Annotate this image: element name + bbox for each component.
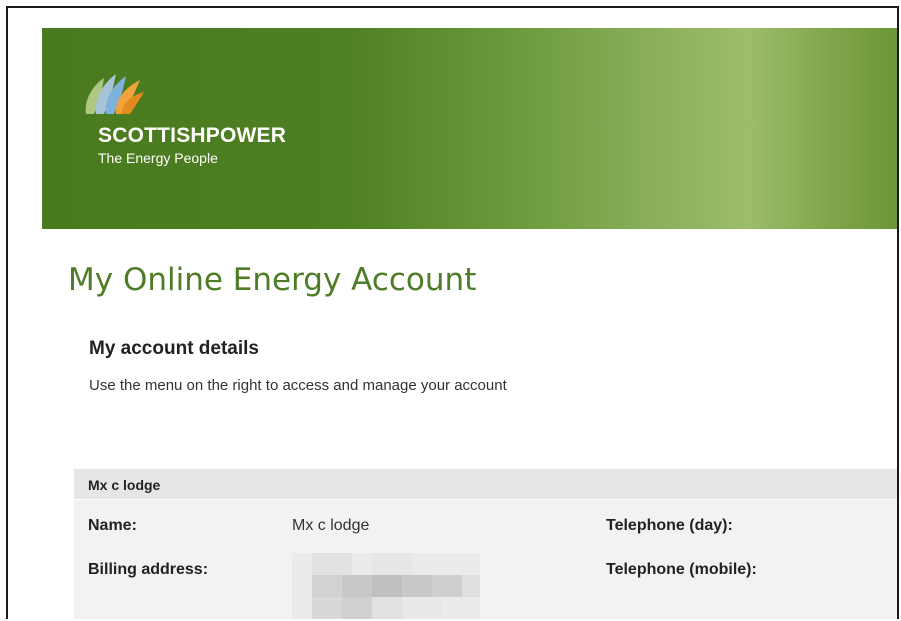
header-banner: SCOTTISHPOWER The Energy People bbox=[42, 28, 897, 229]
name-label: Name: bbox=[88, 517, 137, 534]
account-holder-name: Mx c lodge bbox=[88, 477, 161, 493]
redacted-billing-address bbox=[292, 553, 480, 619]
browser-frame: SCOTTISHPOWER The Energy People My Onlin… bbox=[6, 6, 899, 619]
brand-name: SCOTTISHPOWER bbox=[98, 124, 287, 147]
account-details-panel: Mx c lodge Name: Mx c lodge Billing addr… bbox=[74, 469, 897, 619]
billing-address-label: Billing address: bbox=[88, 561, 209, 578]
name-value: Mx c lodge bbox=[292, 517, 370, 534]
telephone-day-label: Telephone (day): bbox=[606, 517, 733, 534]
page-title: My Online Energy Account bbox=[68, 262, 477, 298]
telephone-mobile-label: Telephone (mobile): bbox=[606, 561, 757, 578]
account-panel-header: Mx c lodge bbox=[74, 469, 897, 500]
section-heading: My account details bbox=[89, 338, 259, 359]
scottishpower-logo[interactable]: SCOTTISHPOWER The Energy People bbox=[82, 70, 342, 180]
brand-tagline: The Energy People bbox=[98, 150, 218, 166]
section-description: Use the menu on the right to access and … bbox=[89, 377, 507, 394]
flame-leaves-icon bbox=[85, 74, 144, 114]
